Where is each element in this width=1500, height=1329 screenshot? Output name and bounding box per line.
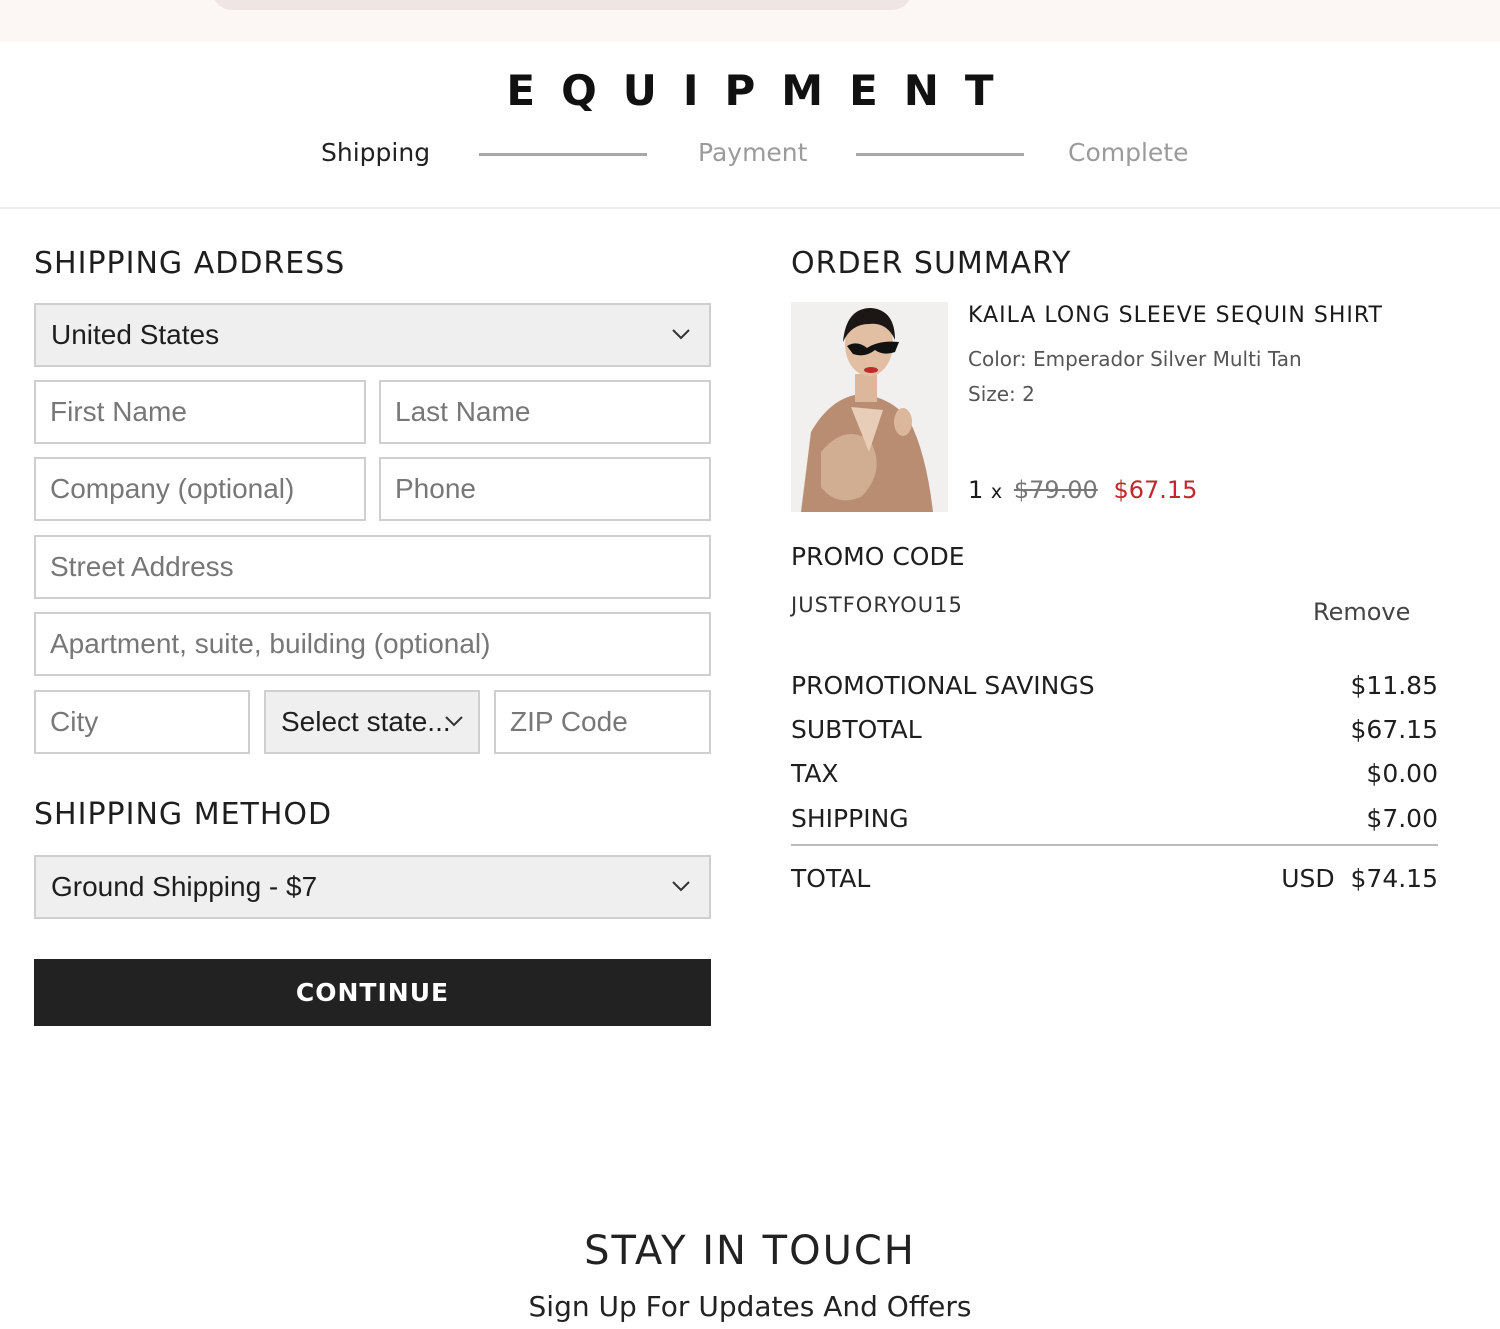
- summary-row-subtotal: SUBTOTAL $67.15: [791, 715, 1438, 749]
- summary-label: PROMOTIONAL SAVINGS: [791, 671, 1095, 700]
- first-name-field[interactable]: [34, 380, 366, 444]
- brand-logo[interactable]: EQUIPMENT: [0, 66, 1500, 115]
- summary-label: TAX: [791, 759, 839, 788]
- product-name[interactable]: KAILA LONG SLEEVE SEQUIN SHIRT: [968, 303, 1383, 328]
- remove-promo-link[interactable]: Remove: [1313, 598, 1410, 626]
- product-size: Size: 2: [968, 382, 1035, 406]
- newsletter-subtitle: Sign Up For Updates And Offers: [528, 1290, 972, 1323]
- first-name-input[interactable]: [36, 382, 364, 442]
- chevron-down-icon: [672, 881, 690, 892]
- company-field[interactable]: [34, 457, 366, 521]
- summary-label: SUBTOTAL: [791, 715, 922, 744]
- total-label: TOTAL: [791, 864, 871, 893]
- country-value: United States: [51, 319, 220, 350]
- shipping-method-heading: SHIPPING METHOD: [34, 797, 333, 832]
- summary-value: $11.85: [1350, 671, 1438, 700]
- chevron-down-icon: [672, 329, 690, 340]
- step-payment: Payment: [698, 138, 808, 167]
- apartment-field[interactable]: [34, 612, 711, 676]
- total-currency: USD: [1281, 864, 1335, 893]
- summary-value: $67.15: [1350, 715, 1438, 744]
- step-shipping: Shipping: [321, 138, 431, 167]
- product-image[interactable]: [791, 302, 948, 512]
- country-select[interactable]: United States: [34, 303, 711, 367]
- summary-label: SHIPPING: [791, 804, 909, 833]
- phone-field[interactable]: [379, 457, 711, 521]
- total-amount: USD $74.15: [1281, 864, 1438, 893]
- summary-row-total: TOTAL USD $74.15: [791, 864, 1438, 898]
- continue-button[interactable]: CONTINUE: [34, 959, 711, 1026]
- city-input[interactable]: [36, 692, 248, 752]
- summary-row-savings: PROMOTIONAL SAVINGS $11.85: [791, 671, 1438, 705]
- top-banner: [0, 0, 1500, 42]
- street-address-input[interactable]: [36, 537, 709, 597]
- applied-promo-code: JUSTFORYOU15: [791, 593, 963, 617]
- header-divider: [0, 207, 1500, 209]
- product-price-line: 1 x $79.00 $67.15: [968, 476, 1197, 504]
- zip-code-field[interactable]: [494, 690, 711, 754]
- total-value: $74.15: [1350, 864, 1438, 893]
- quantity-separator: x: [990, 481, 1003, 503]
- shipping-method-value: Ground Shipping - $7: [51, 871, 318, 902]
- state-select[interactable]: Select state...: [264, 690, 480, 754]
- shipping-method-select[interactable]: Ground Shipping - $7: [34, 855, 711, 919]
- company-input[interactable]: [36, 459, 364, 519]
- stay-in-touch-heading: STAY IN TOUCH: [584, 1228, 916, 1274]
- last-name-field[interactable]: [379, 380, 711, 444]
- summary-divider: [791, 844, 1438, 846]
- product-quantity: 1: [968, 476, 984, 504]
- street-address-field[interactable]: [34, 535, 711, 599]
- search-bar[interactable]: [212, 0, 912, 10]
- phone-input[interactable]: [381, 459, 709, 519]
- zip-code-input[interactable]: [496, 692, 709, 752]
- city-field[interactable]: [34, 690, 250, 754]
- step-divider: [479, 153, 647, 156]
- order-summary-heading: ORDER SUMMARY: [791, 246, 1072, 281]
- state-value: Select state...: [281, 706, 451, 737]
- chevron-down-icon: [445, 716, 463, 727]
- sale-price: $67.15: [1113, 476, 1198, 504]
- summary-value: $7.00: [1366, 804, 1438, 833]
- checkout-progress: Shipping Payment Complete: [0, 138, 1500, 170]
- original-price: $79.00: [1013, 476, 1098, 504]
- summary-row-tax: TAX $0.00: [791, 759, 1438, 793]
- summary-row-shipping: SHIPPING $7.00: [791, 804, 1438, 838]
- summary-value: $0.00: [1366, 759, 1438, 788]
- product-color: Color: Emperador Silver Multi Tan: [968, 347, 1302, 371]
- step-complete: Complete: [1068, 138, 1189, 167]
- apartment-input[interactable]: [36, 614, 709, 674]
- step-divider: [856, 153, 1024, 156]
- last-name-input[interactable]: [381, 382, 709, 442]
- promo-code-heading: PROMO CODE: [791, 542, 965, 571]
- shipping-address-heading: SHIPPING ADDRESS: [34, 246, 346, 281]
